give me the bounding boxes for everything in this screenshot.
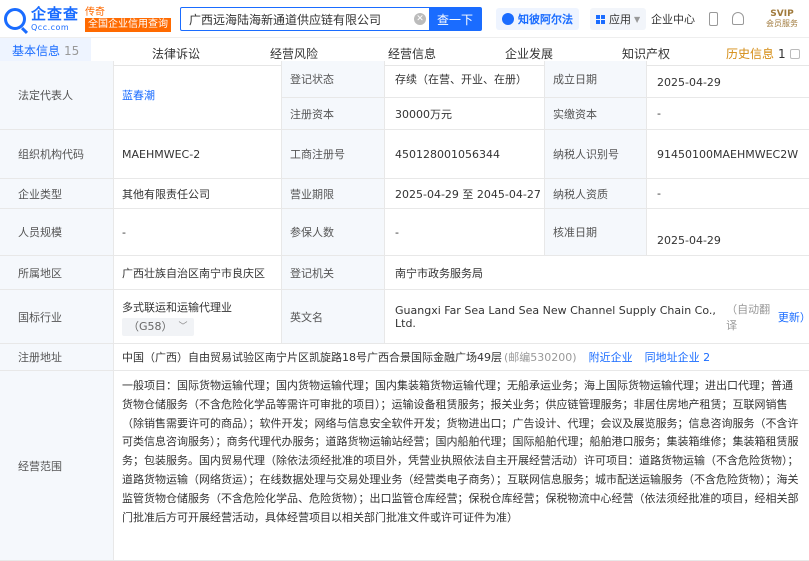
field-label: 注册地址 [0, 344, 113, 370]
legal-representative-name: 蓝春潮 [122, 89, 155, 102]
tab-label: 历史信息 [726, 47, 775, 61]
tab-history[interactable]: 历史信息 1 [726, 45, 800, 62]
badge-icon [789, 49, 800, 59]
tab-risk[interactable]: 经营风险 [270, 45, 318, 62]
industry-name: 多式联运和运输代理业 [122, 300, 232, 314]
region: 广西壮族自治区南宁市良庆区 [113, 256, 281, 289]
industry-code: （G58） [128, 319, 173, 333]
field-label: 法定代表人 [0, 61, 113, 129]
apps-menu-button[interactable]: 应用 ▼ [590, 8, 647, 30]
taxpayer-qualification: - [646, 179, 809, 208]
svip-membership-button[interactable]: SVIP 会员服务 [766, 5, 798, 33]
clear-search-button[interactable]: ✕ [411, 8, 429, 30]
field-label: 国标行业 [0, 290, 113, 343]
field-label: 纳税人资质 [544, 179, 646, 208]
table-row: 注册资本 30000万元 实缴资本 - [281, 98, 809, 130]
auto-translate-note: （自动翻译 [726, 302, 771, 332]
business-term: 2025-04-29 至 2045-04-27 [384, 179, 544, 208]
search-box: ✕ 查一下 [180, 7, 482, 31]
tab-development[interactable]: 企业发展 [505, 45, 553, 62]
top-bar: 企查查 Qcc.com 传奇 全国企业信用查询 ✕ 查一下 知彼阿尔法 应用 ▼… [0, 0, 809, 38]
staff-size: - [113, 209, 281, 255]
logo[interactable]: 企查查 Qcc.com 传奇 全国企业信用查询 [4, 4, 172, 34]
table-row: 所属地区 广西壮族自治区南宁市良庆区 登记机关 南宁市政务服务局 [0, 256, 809, 290]
field-label: 人员规模 [0, 209, 113, 255]
taxpayer-id: 91450100MAEHMWEC2W [646, 130, 809, 178]
postcode: (邮编530200) [504, 351, 577, 364]
registration-authority: 南宁市政务服务局 [384, 256, 809, 289]
table-row: 企业类型 其他有限责任公司 营业期限 2025-04-29 至 2045-04-… [0, 179, 809, 209]
table-row: 人员规模 - 参保人数 - 核准日期 2025-04-29 [0, 209, 809, 256]
approval-date: 2025-04-29 [646, 209, 809, 255]
field-label: 纳税人识别号 [544, 130, 646, 178]
zhibi-label: 知彼阿尔法 [518, 13, 573, 26]
field-label: 登记状态 [281, 61, 384, 97]
field-label: 工商注册号 [281, 130, 384, 178]
field-label: 营业期限 [281, 179, 384, 208]
english-name: Guangxi Far Sea Land Sea New Channel Sup… [384, 290, 809, 343]
same-address-companies-link[interactable]: 同地址企业 2 [645, 349, 711, 365]
tab-operation[interactable]: 经营信息 [388, 45, 436, 62]
logo-tag: 传奇 [85, 6, 106, 18]
logo-slogan: 全国企业信用查询 [85, 18, 172, 32]
field-label: 注册资本 [281, 98, 384, 129]
tab-legal[interactable]: 法律诉讼 [152, 45, 200, 62]
business-reg-number: 450128001056344 [384, 130, 544, 178]
grid-icon [596, 14, 605, 24]
search-button[interactable]: 查一下 [429, 8, 481, 30]
close-icon: ✕ [414, 13, 426, 25]
update-link[interactable]: 更新） [778, 309, 809, 325]
logo-name: 企查查 [31, 4, 80, 23]
english-name-value: Guangxi Far Sea Land Sea New Channel Sup… [395, 303, 716, 330]
org-code: MAEHMWEC-2 [113, 130, 281, 178]
zhibi-icon [502, 13, 514, 25]
tab-ip[interactable]: 知识产权 [622, 45, 670, 62]
enterprise-center-link[interactable]: 企业中心 [651, 8, 695, 30]
apps-label: 应用 [609, 13, 631, 26]
founding-date: 2025-04-29 [646, 61, 809, 97]
business-scope: 一般项目：国际货物运输代理；国内货物运输代理；国内集装箱货物运输代理；无船承运业… [113, 371, 809, 560]
field-label: 参保人数 [281, 209, 384, 255]
field-label: 实缴资本 [544, 98, 646, 129]
registered-capital: 30000万元 [384, 98, 544, 129]
industry-code-dropdown[interactable]: （G58） ﹀ [122, 317, 194, 336]
registered-address: 中国（广西）自由贸易试验区南宁片区凯旋路18号广西合景国际金融广场49层 (邮编… [113, 344, 809, 370]
logo-domain: Qcc.com [31, 22, 70, 32]
table-row: 注册地址 中国（广西）自由贸易试验区南宁片区凯旋路18号广西合景国际金融广场49… [0, 344, 809, 371]
company-type: 其他有限责任公司 [113, 179, 281, 208]
field-label: 企业类型 [0, 179, 113, 208]
field-label: 成立日期 [544, 61, 646, 97]
field-label: 登记机关 [281, 256, 384, 289]
table-row: 登记状态 存续（在营、开业、在册） 成立日期 2025-04-29 [281, 61, 809, 98]
zhibi-alpha-button[interactable]: 知彼阿尔法 [496, 8, 579, 30]
table-row: 国标行业 多式联运和运输代理业 （G58） ﹀ 英文名 Guangxi Far S… [0, 290, 809, 344]
tab-count: 15 [64, 44, 80, 58]
mobile-phone-icon[interactable] [709, 12, 718, 26]
field-label: 经营范围 [0, 371, 113, 560]
table-row: 组织机构代码 MAEHMWEC-2 工商注册号 450128001056344 … [0, 130, 809, 179]
industry: 多式联运和运输代理业 （G58） ﹀ [113, 290, 281, 343]
legal-representative-link[interactable]: 蓝春潮 [113, 61, 281, 129]
notification-bell-icon[interactable] [732, 12, 744, 25]
field-label: 组织机构代码 [0, 130, 113, 178]
field-label: 英文名 [281, 290, 384, 343]
address-value: 中国（广西）自由贸易试验区南宁片区凯旋路18号广西合景国际金融广场49层 [122, 351, 502, 364]
caret-down-icon: ▼ [634, 14, 641, 24]
search-input[interactable] [181, 8, 411, 30]
tab-label: 基本信息 [12, 44, 61, 58]
tab-count: 1 [778, 47, 786, 61]
insured-count: - [384, 209, 544, 255]
registration-status: 存续（在营、开业、在册） [384, 61, 544, 97]
chevron-down-icon: ﹀ [178, 321, 188, 332]
paid-in-capital: - [646, 98, 809, 129]
logo-icon [4, 8, 26, 30]
field-label: 所属地区 [0, 256, 113, 289]
svip-label: 会员服务 [766, 18, 798, 28]
nearby-companies-link[interactable]: 附近企业 [589, 349, 633, 365]
field-label: 核准日期 [544, 209, 646, 255]
table-row: 经营范围 一般项目：国际货物运输代理；国内货物运输代理；国内集装箱货物运输代理；… [0, 371, 809, 561]
